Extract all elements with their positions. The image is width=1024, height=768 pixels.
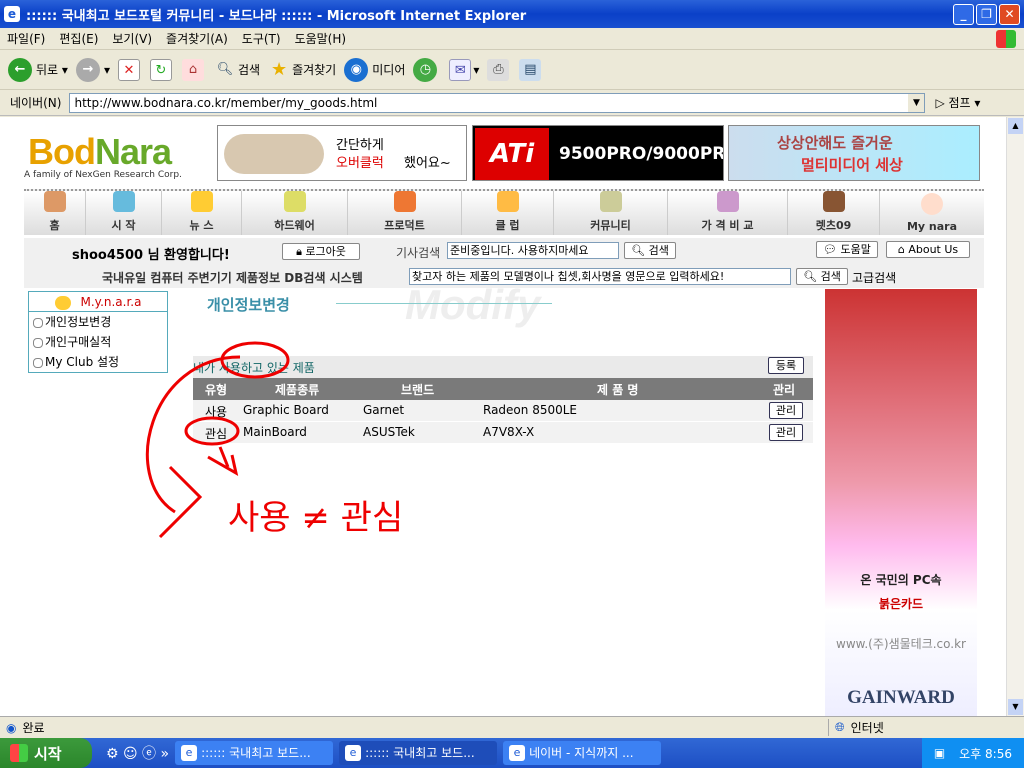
media-icon: ◉ — [344, 57, 369, 82]
search-icon: 🔍︎ — [216, 61, 234, 77]
network-icon[interactable]: ▣ — [934, 746, 945, 760]
url-dropdown-icon[interactable]: ▼ — [908, 93, 925, 112]
menu-tools[interactable]: 도구(T) — [235, 30, 288, 47]
history-icon: ◷ — [413, 57, 438, 82]
menu-favorites[interactable]: 즐겨찾기(A) — [159, 30, 235, 47]
ie-icon: e — [509, 745, 526, 761]
scroll-up-icon[interactable]: ▲ — [1008, 118, 1023, 134]
task-label: 네이버 - 지식까지 ... — [529, 746, 634, 760]
ie-icon: e — [345, 745, 362, 761]
search-button[interactable]: 🔍︎ 검색 — [214, 59, 260, 81]
windows-flag-icon — [10, 744, 28, 762]
task-label: :::::: 국내최고 보드... — [365, 746, 475, 760]
vertical-scrollbar[interactable]: ▲ ▼ — [1006, 117, 1024, 716]
home-icon: ⌂ — [181, 58, 204, 81]
menu-file[interactable]: 파일(F) — [0, 30, 52, 47]
security-zone: 🌐︎ 인터넷 — [828, 719, 1024, 736]
go-button[interactable]: ▷ 점프 ▾ — [935, 94, 980, 111]
mail-icon: ✉ — [449, 58, 472, 81]
menu-view[interactable]: 보기(V) — [105, 30, 159, 47]
go-label: 점프 — [948, 96, 971, 110]
ie-icon: e — [4, 6, 20, 22]
back-arrow-icon: ← — [8, 57, 32, 82]
address-label: 네이버(N) — [10, 96, 62, 110]
menu-bar: 파일(F) 편집(E) 보기(V) 즐겨찾기(A) 도구(T) 도움말(H) — [0, 28, 1024, 50]
scroll-down-icon[interactable]: ▼ — [1008, 699, 1023, 715]
mail-button[interactable]: ✉ ▾ — [449, 58, 479, 81]
menu-help[interactable]: 도움말(H) — [288, 30, 354, 47]
small-arrow — [207, 446, 239, 476]
address-bar: 네이버(N) http://www.bodnara.co.kr/member/m… — [0, 90, 1024, 116]
arrow-head — [158, 465, 203, 539]
clock: 오후 8:56 — [959, 746, 1012, 761]
window-title: :::::: 국내최고 보드포털 커뮤니티 - 보드나라 :::::: - Mi… — [26, 8, 527, 24]
system-tray: ▣ 오후 8:56 — [921, 738, 1024, 768]
taskbar-item[interactable]: e 네이버 - 지식까지 ... — [503, 741, 662, 765]
print-button[interactable]: ⎙ — [487, 58, 511, 81]
title-bar: e :::::: 국내최고 보드포털 커뮤니티 - 보드나라 :::::: - … — [0, 0, 1024, 28]
start-button[interactable]: 시작 — [0, 738, 92, 768]
status-bar: ◉ 완료 🌐︎ 인터넷 — [0, 716, 1024, 738]
media-button[interactable]: ◉ 미디어 — [344, 57, 406, 82]
annotation-text: 사용 ≠ 관심 — [228, 498, 403, 538]
zone-text: 인터넷 — [850, 721, 884, 735]
refresh-icon: ↻ — [149, 58, 172, 81]
forward-button[interactable]: → ▾ — [75, 57, 110, 82]
windows-logo-icon — [996, 29, 1016, 48]
maximize-button[interactable]: ❐ — [976, 3, 997, 25]
back-label: 뒤로 — [36, 63, 59, 77]
stop-button[interactable]: ✕ — [117, 58, 142, 81]
edit-button[interactable]: ▤ — [519, 58, 543, 81]
taskbar-item[interactable]: e:::::: 국내최고 보드... — [175, 741, 334, 765]
forward-arrow-icon: → — [75, 57, 100, 82]
history-button[interactable]: ◷ — [413, 57, 441, 82]
status-text: 완료 — [22, 721, 45, 735]
annotation-overlay: 사용 ≠ 관심 — [145, 341, 403, 539]
star-icon: ★ — [270, 58, 288, 80]
taskbar-item-active[interactable]: e:::::: 국내최고 보드... — [339, 741, 498, 765]
edit-icon: ▤ — [519, 58, 542, 81]
print-icon: ⎙ — [487, 58, 510, 81]
home-button[interactable]: ⌂ — [181, 58, 206, 81]
media-label: 미디어 — [372, 63, 406, 77]
ie-icon: e — [181, 745, 198, 761]
toolbar: ← 뒤로 ▾ → ▾ ✕ ↻ ⌂ 🔍︎ 검색 ★ 즐겨찾기 ◉ 미디어 ◷ ✉ ▾ … — [0, 50, 1024, 90]
globe-icon: 🌐︎ — [835, 720, 845, 734]
circle-mark — [184, 416, 240, 446]
close-button[interactable]: ✕ — [999, 3, 1020, 25]
quicklaunch-icons[interactable]: ⚙ ☺ ⓔ » — [106, 743, 169, 763]
favorites-label: 즐겨찾기 — [292, 63, 337, 77]
favorites-button[interactable]: ★ 즐겨찾기 — [268, 59, 336, 81]
page-done-icon: ◉ — [6, 720, 17, 735]
circle-mark — [220, 341, 290, 379]
task-label: :::::: 국내최고 보드... — [201, 746, 311, 760]
minimize-button[interactable]: _ — [953, 3, 974, 25]
search-label: 검색 — [237, 63, 261, 77]
menu-edit[interactable]: 편집(E) — [52, 30, 105, 47]
refresh-button[interactable]: ↻ — [149, 58, 174, 81]
taskbar: 시작 ⚙ ☺ ⓔ » e:::::: 국내최고 보드... e:::::: 국내… — [0, 738, 1024, 768]
start-label: 시작 — [34, 744, 62, 763]
page-content: BodNara A family of NexGen Research Corp… — [0, 117, 1006, 716]
url-text: http://www.bodnara.co.kr/member/my_goods… — [74, 95, 378, 110]
url-input[interactable]: http://www.bodnara.co.kr/member/my_goods… — [69, 92, 926, 113]
back-button[interactable]: ← 뒤로 ▾ — [8, 57, 68, 82]
stop-icon: ✕ — [117, 58, 140, 81]
